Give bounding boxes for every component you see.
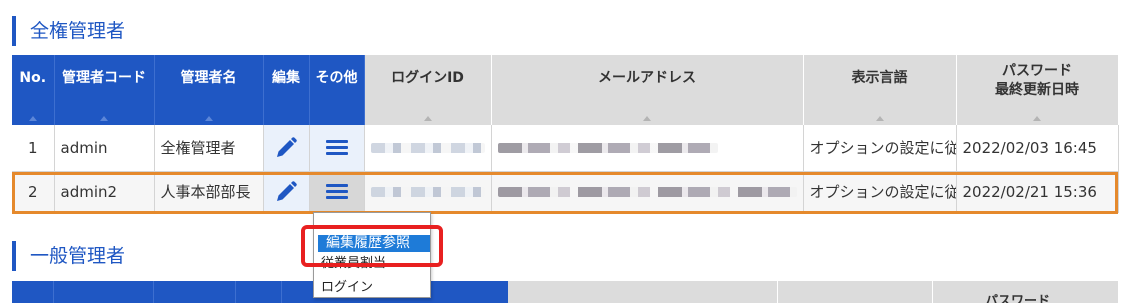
column-header-code[interactable]: 管理者コード: [54, 55, 155, 125]
other-actions-dropdown: 編集履歴参照 従業員割当 ログイン: [313, 212, 431, 298]
menu-item-login[interactable]: ログイン: [318, 279, 430, 296]
other-menu-cell[interactable]: [309, 125, 365, 172]
column-header-other: その他: [309, 55, 365, 125]
sort-arrow-icon: [643, 116, 651, 121]
table-row: 2 admin2 人事本部部長 オプションの設定に従う 2022/02/21 1…: [12, 171, 1119, 213]
cell-no: 1: [12, 125, 55, 172]
hamburger-menu-icon[interactable]: [325, 137, 348, 158]
column-header-login-id[interactable]: ログインID: [364, 55, 492, 125]
sort-arrow-icon: [204, 116, 213, 121]
sort-arrow-icon: [423, 116, 432, 121]
redacted-login-id: [370, 143, 485, 154]
column-header-name[interactable]: 管理者名: [154, 55, 264, 125]
pencil-icon[interactable]: [274, 180, 298, 204]
cell-password-updated: 2022/02/03 16:45: [956, 125, 1119, 172]
table-row: 1 admin 全権管理者 オプションの設定に従う 2022/02/03 16:…: [12, 125, 1119, 172]
section-title-general-admin: 一般管理者: [12, 241, 125, 271]
full-admin-table: No. 管理者コード 管理者名 編集 その他 ログインID メールアドレス 表示…: [12, 55, 1119, 213]
general-admin-table-header: [12, 281, 1118, 303]
redacted-login-id: [370, 187, 485, 197]
sort-arrow-icon: [875, 116, 884, 121]
column-header-password-label: パスワード: [985, 294, 1051, 303]
column-header-email[interactable]: メールアドレス: [491, 55, 804, 125]
column-header-email[interactable]: [508, 281, 778, 303]
cell-name: 全権管理者: [154, 125, 264, 172]
column-header-password-updated[interactable]: パスワード 最終更新日時: [956, 55, 1119, 125]
column-header-no[interactable]: No.: [12, 55, 55, 125]
cell-name: 人事本部部長: [154, 171, 264, 213]
column-header-edit: [236, 281, 282, 303]
cell-language: オプションの設定に従う: [803, 125, 957, 172]
column-header-language[interactable]: [778, 281, 933, 303]
redacted-email: [497, 187, 797, 197]
sort-arrow-icon: [1033, 116, 1041, 121]
cell-no: 2: [12, 171, 55, 213]
redacted-email: [497, 143, 718, 154]
pencil-icon[interactable]: [274, 136, 298, 160]
column-header-language[interactable]: 表示言語: [803, 55, 957, 125]
hamburger-menu-icon[interactable]: [325, 181, 348, 202]
edit-cell[interactable]: [263, 171, 310, 213]
cell-login-id-redacted: [364, 125, 492, 172]
menu-item-employee-assignment[interactable]: 従業員割当: [318, 255, 430, 272]
edit-cell[interactable]: [263, 125, 310, 172]
column-header-code[interactable]: [54, 281, 154, 303]
sort-arrow-icon: [28, 116, 37, 121]
cell-login-id-redacted: [364, 171, 492, 213]
cell-code: admin: [54, 125, 155, 172]
cell-language: オプションの設定に従う: [803, 171, 957, 213]
other-menu-cell-active[interactable]: [309, 171, 365, 213]
column-header-no[interactable]: [12, 281, 54, 303]
section-title-full-admin: 全権管理者: [12, 16, 125, 46]
cell-email-redacted: [491, 125, 804, 172]
sort-arrow-icon: [100, 116, 108, 121]
menu-item-edit-history[interactable]: 編集履歴参照: [318, 235, 430, 252]
column-header-name[interactable]: [154, 281, 236, 303]
cell-password-updated: 2022/02/21 15:36: [956, 171, 1119, 213]
column-header-edit: 編集: [263, 55, 310, 125]
cell-email-redacted: [491, 171, 804, 213]
cell-code: admin2: [54, 171, 155, 213]
